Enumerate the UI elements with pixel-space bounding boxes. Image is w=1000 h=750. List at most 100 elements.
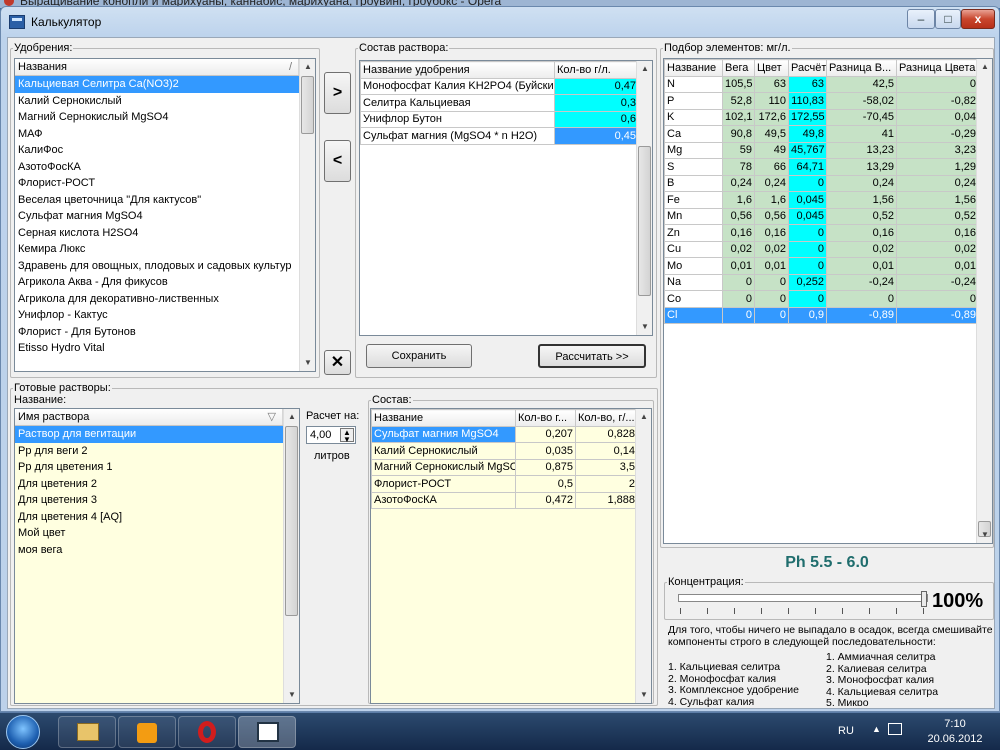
ready-solution-item[interactable]: Для цветения 2	[15, 476, 283, 493]
element-value-cell[interactable]: 0	[826, 290, 897, 308]
element-value-cell[interactable]: 63	[754, 75, 789, 93]
fertilizer-list-item[interactable]: КалиФос	[15, 142, 299, 159]
taskbar-opera[interactable]	[178, 716, 236, 748]
element-value-cell[interactable]: 0,16	[722, 224, 755, 242]
save-button[interactable]: Сохранить	[366, 344, 472, 368]
element-value-cell[interactable]: 1,56	[826, 191, 897, 209]
taskbar-explorer[interactable]	[58, 716, 116, 748]
element-value-cell[interactable]: 0	[896, 75, 979, 93]
fertilizer-list-item[interactable]: Калий Сернокислый	[15, 93, 299, 110]
maximize-button[interactable]: □	[935, 9, 961, 29]
scroll-thumb[interactable]	[285, 426, 298, 616]
composition-value-cell[interactable]: 0,035	[515, 442, 576, 460]
element-row[interactable]: Zn 0,16 0,16 0 0,16 0,16	[664, 224, 979, 242]
element-value-cell[interactable]: 42,5	[826, 75, 897, 93]
elements-col-header[interactable]: Расчёт	[788, 59, 827, 77]
composition-name-cell[interactable]: Сульфат магния MgSO4	[371, 425, 516, 443]
composition-col-header[interactable]: Кол-во г...	[515, 409, 576, 427]
scroll-down-icon[interactable]: ▼	[284, 687, 299, 703]
start-button[interactable]	[6, 715, 40, 749]
solution-grid[interactable]: Название удобрения Кол-во г/л. Монофосфат…	[359, 60, 653, 336]
element-row[interactable]: K 102,1 172,6 172,55 -70,45 0,04	[664, 108, 979, 126]
title-bar[interactable]: Калькулятор – □ x	[1, 7, 999, 35]
scroll-down-icon[interactable]: ▼	[636, 687, 651, 703]
element-value-cell[interactable]: 0,24	[754, 174, 789, 192]
composition-value-cell[interactable]: 1,888	[575, 491, 638, 509]
scroll-down-icon[interactable]: ▼	[300, 355, 315, 371]
element-value-cell[interactable]: 0,02	[722, 240, 755, 258]
minimize-button[interactable]: –	[907, 9, 935, 29]
fertilizers-header[interactable]: Названия /	[15, 59, 299, 75]
element-value-cell[interactable]: 1,56	[896, 191, 979, 209]
element-value-cell[interactable]: 0	[754, 273, 789, 291]
element-value-cell[interactable]: -0,29	[896, 125, 979, 143]
element-value-cell[interactable]: 0	[722, 290, 755, 308]
composition-name-cell[interactable]: АзотоФосКА	[371, 491, 516, 509]
element-value-cell[interactable]: -0,89	[826, 306, 897, 324]
element-value-cell[interactable]: 0	[788, 257, 827, 275]
composition-value-cell[interactable]: 3,5	[575, 458, 638, 476]
composition-col-header[interactable]: Кол-во, г/...	[575, 409, 638, 427]
ready-solutions-list[interactable]: Имя раствора ▽ Раствор для вегитации Рр дл…	[14, 408, 300, 704]
taskbar-calculator[interactable]	[238, 716, 296, 748]
fertilizers-scrollbar[interactable]: ▲ ▼	[299, 59, 315, 371]
elements-col-header[interactable]: Название	[664, 59, 723, 77]
element-value-cell[interactable]: 0,24	[896, 174, 979, 192]
remove-button[interactable]: <	[324, 140, 351, 182]
element-name-cell[interactable]: Mg	[664, 141, 723, 159]
fertilizer-list-item[interactable]: Флорист-РОСТ	[15, 175, 299, 192]
composition-row[interactable]: Флорист-РОСТ 0,5 2	[371, 475, 638, 493]
liters-value[interactable]: 4,00	[310, 429, 331, 441]
tray-arrow-icon[interactable]: ▲	[872, 724, 881, 734]
composition-grid[interactable]: Название Кол-во г... Кол-во, г/... Сульфат…	[370, 408, 652, 704]
language-indicator[interactable]: RU	[838, 725, 854, 737]
solution-row[interactable]: Монофосфат Калия KH2PO4 (Буйские 0,47	[360, 77, 639, 95]
composition-value-cell[interactable]: 0,207	[515, 425, 576, 443]
scroll-up-icon[interactable]: ▲	[300, 59, 315, 75]
element-value-cell[interactable]: 0,045	[788, 191, 827, 209]
element-value-cell[interactable]: 49,8	[788, 125, 827, 143]
element-value-cell[interactable]: 0,56	[722, 207, 755, 225]
element-row[interactable]: Cl 0 0 0,9 -0,89 -0,89	[664, 306, 979, 324]
composition-name-cell[interactable]: Калий Сернокислый	[371, 442, 516, 460]
solution-name-cell[interactable]: Селитра Кальциевая	[360, 94, 555, 112]
composition-name-cell[interactable]: Магний Сернокислый MgSO4	[371, 458, 516, 476]
element-name-cell[interactable]: Mo	[664, 257, 723, 275]
composition-value-cell[interactable]: 0,828	[575, 425, 638, 443]
element-row[interactable]: Cu 0,02 0,02 0 0,02 0,02	[664, 240, 979, 258]
fertilizer-list-item[interactable]: Etisso Hydro Vital	[15, 340, 299, 357]
fertilizer-list-item[interactable]: Кемира Люкс	[15, 241, 299, 258]
composition-value-cell[interactable]: 2	[575, 475, 638, 493]
element-value-cell[interactable]: 1,6	[754, 191, 789, 209]
element-row[interactable]: S 78 66 64,71 13,29 1,29	[664, 158, 979, 176]
fertilizer-list-item[interactable]: Здравень для овощных, плодовых и садовых…	[15, 258, 299, 275]
element-value-cell[interactable]: 0,16	[754, 224, 789, 242]
element-row[interactable]: P 52,8 110 110,83 -58,02 -0,82	[664, 92, 979, 110]
solution-name-cell[interactable]: Сульфат магния (MgSO4 * n H2O)	[360, 127, 555, 145]
element-value-cell[interactable]: 0,01	[722, 257, 755, 275]
element-name-cell[interactable]: N	[664, 75, 723, 93]
elements-col-header[interactable]: Разница Цвета	[896, 59, 979, 77]
element-value-cell[interactable]: 0,52	[826, 207, 897, 225]
element-name-cell[interactable]: P	[664, 92, 723, 110]
element-name-cell[interactable]: Cu	[664, 240, 723, 258]
elements-grid[interactable]: Название Вега Цвет Расчёт Разница В... Разниц…	[663, 58, 993, 544]
element-value-cell[interactable]: 0,16	[826, 224, 897, 242]
solution-row[interactable]: Сульфат магния (MgSO4 * n H2O) 0,45	[360, 127, 639, 145]
scroll-down-icon[interactable]: ▼	[637, 319, 652, 335]
element-value-cell[interactable]: 0	[754, 306, 789, 324]
composition-row[interactable]: Калий Сернокислый 0,035 0,14	[371, 442, 638, 460]
ready-scrollbar[interactable]: ▲ ▼	[283, 409, 299, 703]
element-value-cell[interactable]: -58,02	[826, 92, 897, 110]
composition-row[interactable]: АзотоФосКА 0,472 1,888	[371, 491, 638, 509]
taskbar-media[interactable]	[118, 716, 176, 748]
element-value-cell[interactable]: 90,8	[722, 125, 755, 143]
element-value-cell[interactable]: 66	[754, 158, 789, 176]
element-value-cell[interactable]: 102,1	[722, 108, 755, 126]
clock[interactable]: 7:10 20.06.2012	[920, 717, 990, 747]
element-name-cell[interactable]: Mn	[664, 207, 723, 225]
concentration-slider-thumb[interactable]	[921, 591, 927, 607]
element-value-cell[interactable]: 1,29	[896, 158, 979, 176]
scroll-up-icon[interactable]: ▲	[636, 409, 651, 425]
composition-value-cell[interactable]: 0,472	[515, 491, 576, 509]
